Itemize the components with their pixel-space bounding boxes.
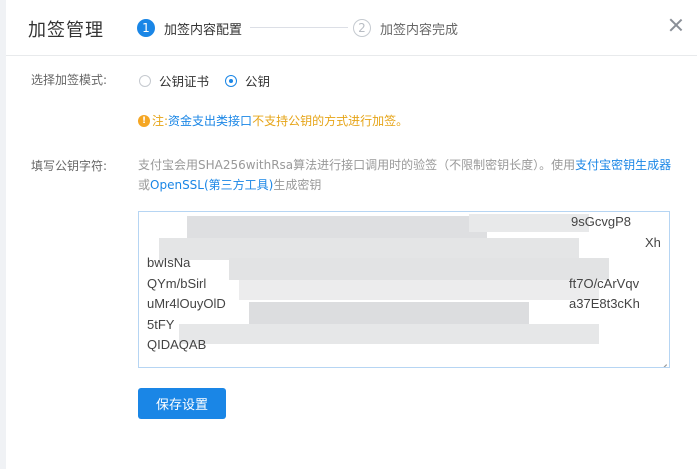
step-1: 1 加签内容配置 (137, 17, 242, 39)
step-2: 2 加签内容完成 (353, 17, 458, 39)
pubkey-description: 支付宝会用SHA256withRsa算法进行接口调用时的验签（不限制密钥长度）。… (138, 155, 678, 195)
step-2-number: 2 (353, 19, 371, 37)
openssl-link[interactable]: OpenSSL(第三方工具) (150, 178, 273, 192)
warning-note: ! 注: 资金支出类接口 不支持公钥的方式进行加签。 (138, 112, 408, 129)
radio-public-key-cert-label: 公钥证书 (159, 74, 210, 89)
radio-public-key-cert[interactable]: 公钥证书 (139, 71, 209, 90)
key-fragment: 9sGcvgP8 (571, 214, 631, 229)
step-2-label: 加签内容完成 (380, 22, 459, 38)
redacted-block (239, 280, 599, 300)
key-fragment: 5tFY (147, 316, 175, 332)
mode-radio-group: 公钥证书 公钥 (139, 71, 286, 90)
dialog-title: 加签管理 (28, 20, 104, 41)
key-right-fragments: 9sGcvgP8 Xh ft7O/cArVqv a37E8t3cKh (569, 212, 661, 315)
public-key-textarea[interactable]: bwIsNa QYm/bSirl uMr4lOuyOlD 5tFY QIDAQA… (138, 211, 670, 368)
step-1-label: 加签内容配置 (164, 22, 243, 38)
key-fragment: QIDAQAB (147, 337, 207, 352)
pubkey-label: 填写公钥字符: (31, 159, 108, 173)
key-fragment: a37E8t3cKh (569, 296, 640, 311)
radio-public-key-label: 公钥 (245, 74, 271, 89)
radio-unchecked-icon (139, 74, 151, 87)
key-generator-link[interactable]: 支付宝密钥生成器 (575, 158, 671, 172)
key-fragment: Xh (645, 234, 661, 250)
pubkey-desc-or: 或 (138, 178, 151, 192)
note-link[interactable]: 资金支出类接口 (168, 112, 252, 129)
step-1-number: 1 (137, 19, 155, 37)
key-fragment: QYm/bSirl (147, 275, 207, 291)
redacted-block (229, 258, 609, 280)
key-fragment: uMr4lOuyOlD (147, 296, 226, 311)
pubkey-desc-text: 支付宝会用SHA256withRsa算法进行接口调用时的验签（不限制密钥长度）。… (138, 158, 576, 172)
public-key-text: bwIsNa QYm/bSirl uMr4lOuyOlD 5tFY QIDAQA… (147, 212, 226, 356)
mode-label: 选择加签模式: (31, 73, 108, 87)
note-prefix: 注: (152, 114, 169, 128)
pubkey-desc-tail: 生成密钥 (273, 178, 322, 192)
signing-dialog: 加签管理 1 加签内容配置 2 加签内容完成 选择加签模式: 公钥证书 公钥 !… (6, 0, 697, 469)
note-suffix: 不支持公钥的方式进行加签。 (252, 114, 409, 128)
key-fragment: ft7O/cArVqv (569, 275, 640, 291)
redacted-block (249, 302, 529, 324)
close-icon[interactable] (665, 14, 687, 36)
dialog-header: 加签管理 1 加签内容配置 2 加签内容完成 (6, 0, 697, 56)
redacted-block (187, 216, 487, 238)
key-fragment: bwIsNa (147, 255, 191, 270)
step-connector (250, 27, 348, 28)
radio-public-key[interactable]: 公钥 (225, 71, 270, 90)
warning-icon: ! (138, 114, 150, 127)
save-settings-button[interactable]: 保存设置 (138, 388, 226, 419)
redacted-block (179, 324, 599, 344)
resize-handle-icon[interactable] (659, 357, 667, 365)
radio-checked-icon (225, 74, 238, 87)
